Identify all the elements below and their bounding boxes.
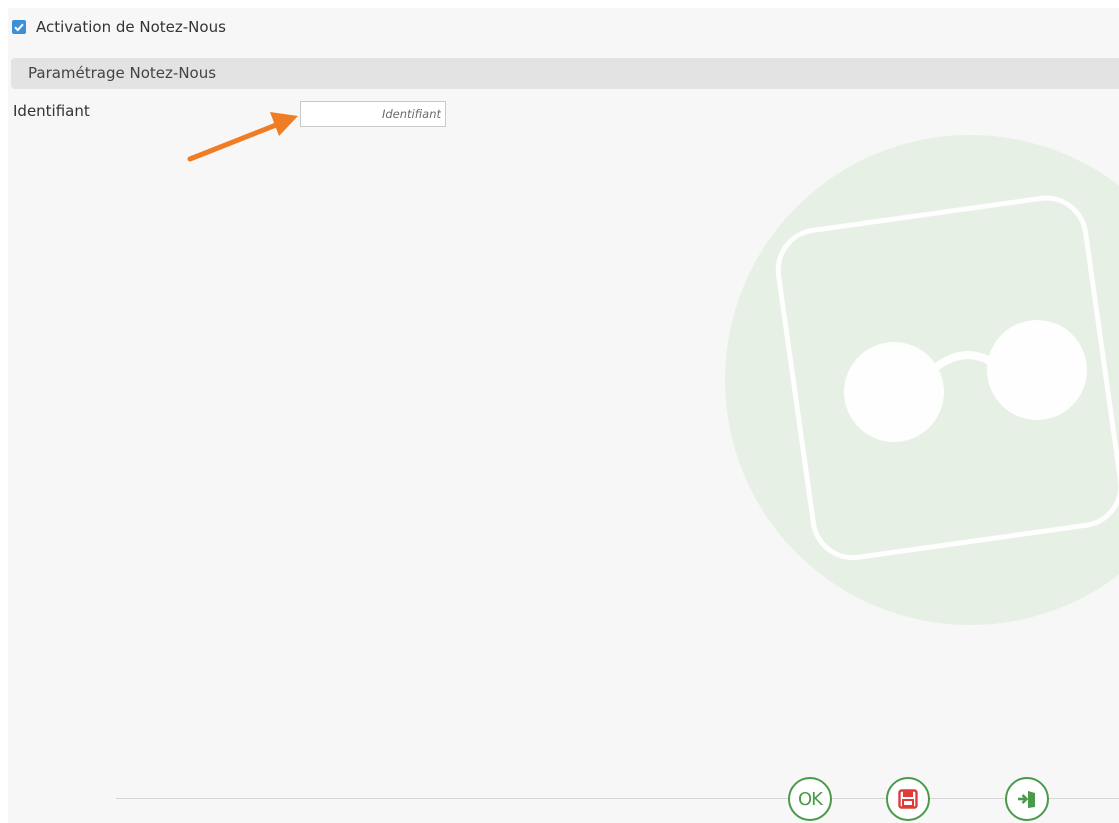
footer-divider	[116, 798, 1119, 799]
exit-door-icon	[1018, 791, 1035, 808]
activation-checkbox[interactable]	[12, 20, 26, 34]
annotation-arrow-icon	[187, 112, 298, 162]
identifiant-input[interactable]	[300, 101, 446, 127]
activation-checkbox-row[interactable]: Activation de Notez-Nous	[12, 17, 226, 37]
exit-button[interactable]	[1005, 777, 1049, 821]
section-header: Paramétrage Notez-Nous	[11, 58, 1119, 89]
ok-label: OK	[798, 788, 823, 810]
ok-button[interactable]: OK	[788, 777, 832, 821]
watermark-logo	[725, 135, 1119, 625]
save-icon	[898, 789, 918, 809]
save-button[interactable]	[886, 777, 930, 821]
checkmark-icon	[14, 23, 24, 32]
settings-panel: Activation de Notez-Nous Paramétrage Not…	[8, 8, 1119, 823]
activation-label: Activation de Notez-Nous	[36, 18, 226, 36]
identifiant-label: Identifiant	[13, 102, 90, 120]
